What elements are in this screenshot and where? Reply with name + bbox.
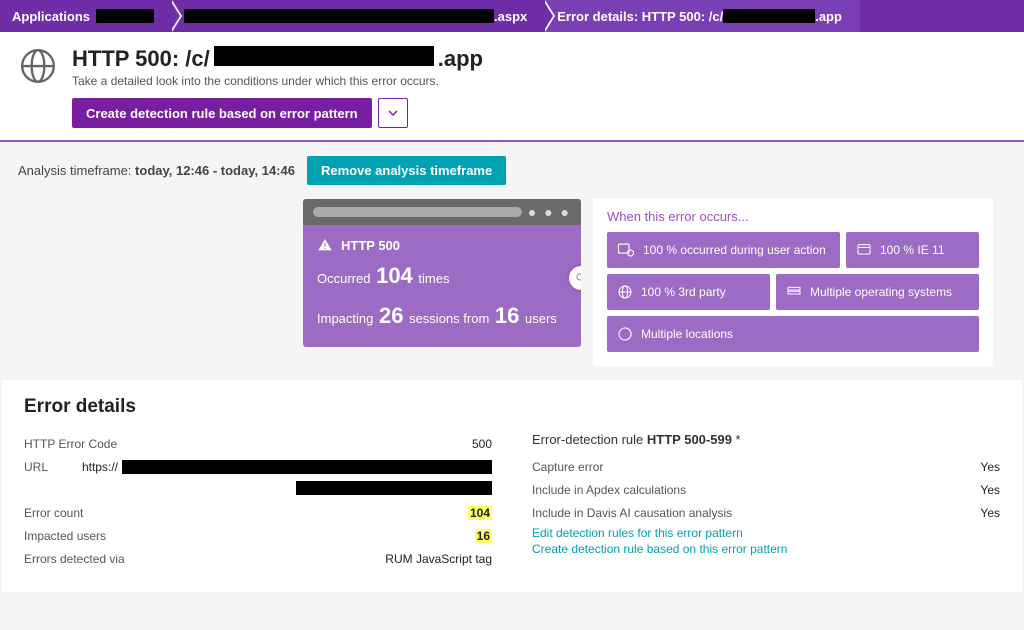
redacted-text <box>723 9 815 23</box>
link-create-detection-rule[interactable]: Create detection rule based on this erro… <box>532 542 1000 556</box>
details-left-col: HTTP Error Code 500 URL https:// Error c… <box>24 432 492 570</box>
row-url: URL https:// <box>24 455 492 478</box>
breadcrumb: Applications .aspx Error details: HTTP 5… <box>0 0 1024 32</box>
user-action-icon <box>617 242 635 258</box>
detection-rule-title: Error-detection rule HTTP 500-599 * <box>532 432 1000 447</box>
occurs-title: When this error occurs... <box>607 209 979 224</box>
timeframe-label: Analysis timeframe: today, 12:46 - today… <box>18 163 295 178</box>
page-title: HTTP 500: /c/ .app <box>72 46 1006 72</box>
crumb-error-details[interactable]: Error details: HTTP 500: /c/ .app <box>545 0 860 32</box>
error-summary-card: ● ● ● ! HTTP 500 Occurred 104 times Impa… <box>303 199 581 347</box>
when-occurs-panel: When this error occurs... 100 % occurred… <box>593 199 993 366</box>
create-rule-dropdown-button[interactable] <box>378 98 408 128</box>
timeframe-bar: Analysis timeframe: today, 12:46 - today… <box>0 142 1024 199</box>
crumb-suffix: .aspx <box>494 9 527 24</box>
warning-icon: ! <box>317 237 333 253</box>
tile-multi-os[interactable]: Multiple operating systems <box>776 274 979 310</box>
row-detected-via: Errors detected via RUM JavaScript tag <box>24 547 492 570</box>
page-subtitle: Take a detailed look into the conditions… <box>72 74 1006 88</box>
remove-timeframe-button[interactable]: Remove analysis timeframe <box>307 156 506 185</box>
redacted-text <box>122 460 492 474</box>
os-icon <box>786 284 802 300</box>
crumb-applications[interactable]: Applications <box>0 0 172 32</box>
crumb-prefix: Error details: HTTP 500: /c/ <box>557 9 723 24</box>
tile-third-party[interactable]: 100 % 3rd party <box>607 274 770 310</box>
tile-ie11[interactable]: 100 % IE 11 <box>846 232 979 268</box>
error-label: HTTP 500 <box>341 238 400 253</box>
impacting-line: Impacting 26 sessions from 16 users <box>317 303 567 329</box>
error-details-panel: Error details HTTP Error Code 500 URL ht… <box>2 380 1022 592</box>
title-prefix: HTTP 500: /c/ <box>72 46 210 72</box>
details-heading: Error details <box>24 396 1000 418</box>
globe-icon <box>617 284 633 300</box>
redacted-text <box>184 9 494 23</box>
create-detection-rule-button[interactable]: Create detection rule based on error pat… <box>72 98 372 128</box>
redacted-text <box>214 46 434 66</box>
row-http-code: HTTP Error Code 500 <box>24 432 492 455</box>
row-davis: Include in Davis AI causation analysis Y… <box>532 501 1000 524</box>
dots-icon: ● ● ● <box>528 204 571 220</box>
crumb-label: Applications <box>12 9 90 24</box>
redacted-text <box>296 481 492 495</box>
occurred-line: Occurred 104 times <box>317 263 567 289</box>
summary-row: ● ● ● ! HTTP 500 Occurred 104 times Impa… <box>0 199 1024 380</box>
row-error-count: Error count 104 <box>24 501 492 524</box>
link-edit-detection-rules[interactable]: Edit detection rules for this error patt… <box>532 526 1000 540</box>
redacted-text <box>96 9 154 23</box>
tile-multi-locations[interactable]: Multiple locations <box>607 316 979 352</box>
browser-mock-titlebar: ● ● ● <box>303 199 581 225</box>
title-suffix: .app <box>438 46 483 72</box>
row-impacted-users: Impacted users 16 <box>24 524 492 547</box>
row-capture: Capture error Yes <box>532 455 1000 478</box>
globe-icon <box>18 46 58 86</box>
browser-icon <box>856 242 872 258</box>
chevron-down-icon <box>387 107 399 119</box>
page-header: HTTP 500: /c/ .app Take a detailed look … <box>0 32 1024 142</box>
location-icon <box>617 326 633 342</box>
svg-text:!: ! <box>324 242 327 251</box>
tile-user-action[interactable]: 100 % occurred during user action <box>607 232 840 268</box>
details-right-col: Error-detection rule HTTP 500-599 * Capt… <box>532 432 1000 570</box>
crumb-suffix: .app <box>815 9 842 24</box>
address-bar-icon <box>313 207 522 217</box>
crumb-page[interactable]: .aspx <box>172 0 545 32</box>
row-url-line2 <box>24 478 492 501</box>
row-apdex: Include in Apdex calculations Yes <box>532 478 1000 501</box>
